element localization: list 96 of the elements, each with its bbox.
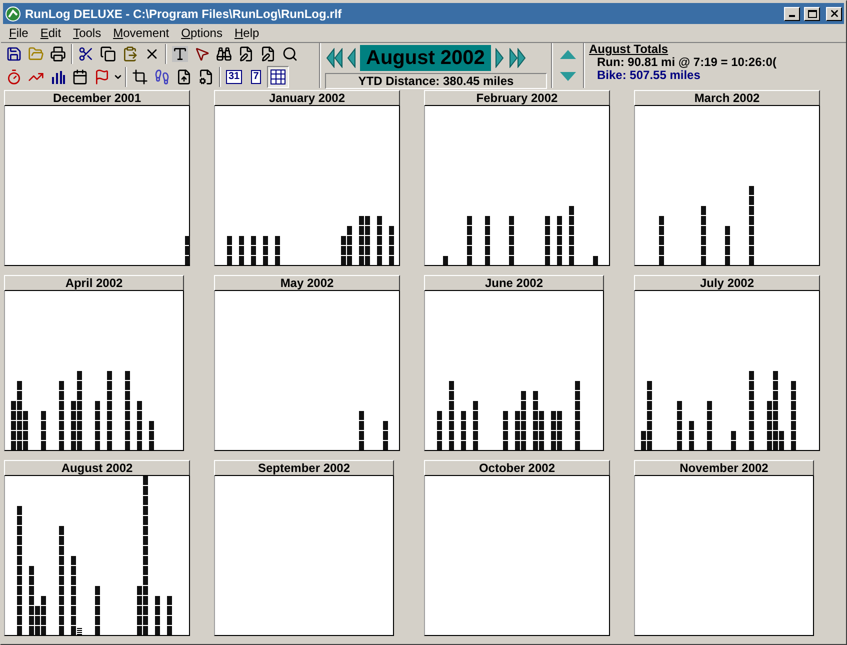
distance-bar (569, 206, 574, 265)
ytd-distance: YTD Distance: 380.45 miles (325, 73, 547, 89)
distance-bar (437, 411, 442, 450)
distance-bar (731, 431, 736, 450)
paste-icon[interactable] (122, 46, 138, 62)
distance-bar (689, 421, 694, 450)
minimize-button[interactable] (784, 6, 800, 20)
month-header: January 2002 (214, 90, 400, 106)
distance-bar (659, 216, 664, 265)
hatched-bar (77, 627, 82, 635)
month-header: March 2002 (634, 90, 820, 106)
distance-bar (461, 411, 466, 450)
menu-item[interactable]: Help (228, 24, 266, 42)
view-button[interactable] (267, 66, 289, 88)
month-header: November 2002 (634, 460, 814, 476)
distance-bar (593, 256, 598, 265)
distance-bar (707, 401, 712, 450)
pointer-icon[interactable] (194, 46, 210, 62)
crop-icon[interactable] (132, 68, 148, 85)
maximize-button[interactable] (804, 6, 820, 20)
window-title: RunLog DELUXE - C:\Program Files\RunLog\RunLog.rlf (25, 6, 343, 22)
distance-bar (725, 226, 730, 265)
previous-month-icon[interactable] (346, 48, 357, 68)
distance-bar (167, 596, 172, 635)
totals-line: Bike: 507.55 miles (596, 69, 702, 82)
distance-bar (239, 236, 244, 265)
view-button[interactable]: 31 (223, 66, 245, 88)
distance-bar (275, 236, 280, 265)
distance-bar (227, 236, 232, 265)
distance-bar (575, 381, 580, 450)
totals-title: August Totals (589, 43, 670, 56)
month-header: December 2001 (4, 90, 190, 106)
first-month-icon[interactable] (325, 48, 343, 68)
menu-item[interactable]: Tools (67, 24, 108, 42)
month-header: May 2002 (214, 275, 400, 291)
export-icon[interactable] (176, 68, 192, 85)
distance-bar (557, 216, 562, 265)
search-icon[interactable] (282, 46, 298, 62)
distance-bar (677, 401, 682, 450)
binoculars-icon[interactable] (216, 46, 232, 62)
distance-bar (95, 586, 100, 635)
menu-item[interactable]: Edit (34, 24, 68, 42)
view-button[interactable]: 7 (245, 66, 267, 88)
month-header: October 2002 (424, 460, 610, 476)
month-header: February 2002 (424, 90, 610, 106)
distance-bar (149, 421, 154, 450)
menu-item[interactable]: Movement (107, 24, 176, 42)
close-button[interactable] (826, 6, 842, 20)
grid-icon (270, 68, 286, 85)
calendar-icon[interactable] (72, 68, 88, 85)
distance-bar (41, 411, 46, 450)
save-icon[interactable] (6, 46, 22, 62)
distance-bar (95, 401, 100, 450)
next-month-icon[interactable] (494, 48, 505, 68)
copy-icon[interactable] (100, 46, 116, 62)
month-header: September 2002 (214, 460, 394, 476)
distance-bar (701, 206, 706, 265)
edit-document-icon[interactable] (260, 46, 276, 62)
distance-bar (473, 401, 478, 450)
month-header: July 2002 (634, 275, 820, 291)
text-icon[interactable] (172, 46, 188, 62)
month-header: April 2002 (4, 275, 184, 291)
distance-bar (155, 596, 160, 635)
stopwatch-icon[interactable] (6, 68, 22, 85)
distance-bar (359, 411, 364, 450)
distance-bar (59, 381, 64, 450)
print-icon[interactable] (50, 46, 66, 62)
distance-bar (383, 421, 388, 450)
month-header: August 2002 (4, 460, 190, 476)
distance-bar (137, 401, 142, 450)
distance-bar (389, 226, 394, 265)
flag-icon[interactable] (94, 68, 110, 85)
distance-bar (791, 381, 796, 450)
month-header: June 2002 (424, 275, 604, 291)
close-icon (828, 8, 840, 19)
distance-bar (263, 236, 268, 265)
distance-bar (251, 236, 256, 265)
bar-chart-icon[interactable] (50, 68, 66, 85)
distance-bar (377, 216, 382, 265)
distance-bar (545, 216, 550, 265)
scissors-icon[interactable] (78, 46, 94, 62)
distance-bar (485, 216, 490, 265)
distance-bar (443, 256, 448, 265)
app-logo-icon (5, 6, 21, 22)
totals-line: Run: 90.81 mi @ 7:19 = 10:26:0( (597, 56, 778, 69)
last-month-icon[interactable] (508, 48, 526, 68)
distance-bar (503, 411, 508, 450)
menu-item[interactable]: Options (175, 24, 228, 42)
distance-bar (467, 216, 472, 265)
edit-document-icon[interactable] (238, 46, 254, 62)
document-settings-icon[interactable] (198, 68, 214, 85)
distance-bar (449, 381, 454, 450)
distance-bar (509, 216, 514, 265)
current-month: August 2002 (360, 45, 491, 71)
menu-item[interactable]: File (3, 24, 34, 42)
distance-bar (185, 236, 190, 265)
